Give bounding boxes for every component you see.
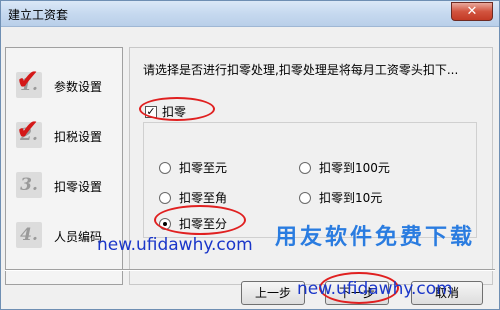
radio-button[interactable] <box>299 191 311 204</box>
step-label: 参数设置 <box>54 80 103 94</box>
close-button[interactable]: ✕ <box>451 2 493 21</box>
prompt-text: 请选择是否进行扣零处理,扣零处理是将每月工资零头扣下... <box>143 63 459 77</box>
radio-to-10[interactable]: 扣零到10元 <box>299 189 382 206</box>
prev-button[interactable]: 上一步 <box>241 281 305 305</box>
step-number: 3. <box>16 172 42 198</box>
highlight-ellipse <box>139 97 215 121</box>
highlight-ellipse <box>154 205 246 235</box>
radio-label: 扣零至角 <box>179 191 228 205</box>
checkmark-icon: ✔ <box>16 113 40 146</box>
window-title: 建立工资套 <box>8 8 69 22</box>
radio-to-jiao[interactable]: 扣零至角 <box>159 189 227 206</box>
radio-label: 扣零到100元 <box>319 161 390 175</box>
checkmark-icon: ✔ <box>16 63 40 96</box>
step-label: 扣零设置 <box>54 180 103 194</box>
radio-label: 扣零到10元 <box>319 191 383 205</box>
step-tax: 2. ✔ 扣税设置 <box>6 116 124 152</box>
radio-button[interactable] <box>159 191 171 204</box>
watermark-url: new.ufidawhy.com <box>297 279 453 299</box>
radio-button[interactable] <box>159 161 171 174</box>
title-bar[interactable]: 建立工资套 ✕ <box>1 1 499 27</box>
radio-to-yuan[interactable]: 扣零至元 <box>159 159 227 176</box>
close-icon: ✕ <box>466 4 478 19</box>
step-params: 1. ✔ 参数设置 <box>6 66 124 102</box>
step-label: 人员编码 <box>54 230 103 244</box>
setup-wizard-window: 建立工资套 ✕ 1. ✔ 参数设置 2. ✔ 扣税设置 3. 扣零设置 4. 人… <box>0 0 500 310</box>
step-label: 扣税设置 <box>54 130 103 144</box>
watermark-url: new.ufidawhy.com <box>97 235 253 255</box>
radio-to-100[interactable]: 扣零到100元 <box>299 159 390 176</box>
footer-divider <box>5 269 495 271</box>
step-number: 4. <box>16 222 42 248</box>
watermark-text: 用友软件免费下载 <box>275 225 476 250</box>
radio-button[interactable] <box>299 161 311 174</box>
radio-label: 扣零至元 <box>179 161 228 175</box>
step-rounding: 3. 扣零设置 <box>6 170 124 202</box>
